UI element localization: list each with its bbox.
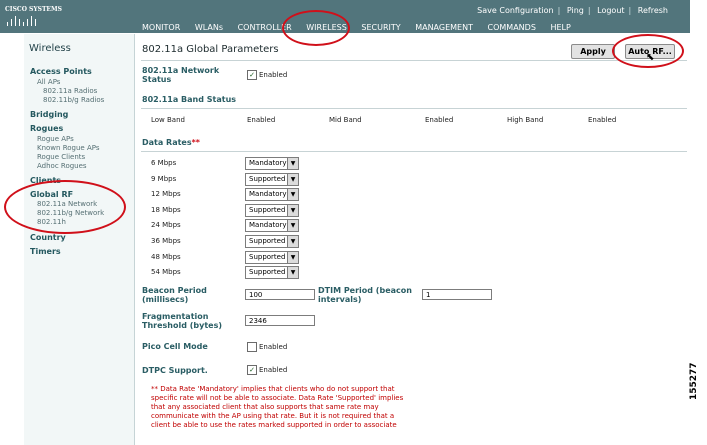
apply-button[interactable]: Apply (571, 44, 615, 59)
data-rate-label: 48 Mbps (151, 252, 181, 261)
beacon-period-label: Beacon Period (millisecs) (142, 286, 207, 304)
data-rate-select-value: Supported (249, 174, 286, 183)
chevron-down-icon[interactable]: ▼ (287, 251, 298, 263)
nav-wlans[interactable]: WLANs (195, 23, 223, 32)
chevron-down-icon[interactable]: ▼ (287, 173, 298, 185)
data-rate-select-value: Mandatory (249, 159, 287, 167)
fragmentation-threshold-input[interactable]: 2346 (245, 315, 315, 326)
utility-links: Save Configuration | Ping | Logout | Refres… (477, 6, 668, 15)
high-band-value: Enabled (588, 116, 617, 124)
sidebar-item-80211a-radios[interactable]: 802.11a Radios (43, 87, 97, 95)
dtim-period-input[interactable]: 1 (422, 289, 492, 300)
network-status-enabled-label: Enabled (259, 71, 288, 79)
main-nav: MONITOR WLANs CONTROLLER WIRELESS SECURI… (142, 23, 583, 32)
data-rates-label: Data Rates** (142, 138, 200, 147)
chevron-down-icon[interactable]: ▼ (287, 236, 298, 247)
sidebar-item-country[interactable]: Country (30, 233, 66, 242)
data-rate-select-value: Mandatory (249, 190, 287, 199)
data-rate-label: 18 Mbps (151, 205, 181, 214)
mid-band-label: Mid Band (329, 116, 362, 124)
data-rate-select-value: Supported (249, 268, 286, 277)
divider (141, 108, 687, 109)
cisco-logo: CISCO SYSTEMS (5, 6, 62, 28)
data-rate-select[interactable]: Mandatory ▼ (245, 188, 299, 202)
data-rate-select[interactable]: Supported ▼ (245, 266, 299, 280)
nav-management[interactable]: MANAGEMENT (415, 23, 473, 32)
low-band-label: Low Band (151, 116, 185, 124)
network-status-label: 802.11a Network Status (142, 66, 220, 84)
chevron-down-icon[interactable]: ▼ (287, 158, 298, 169)
sidebar-item-rogues[interactable]: Rogues (30, 124, 63, 133)
divider (141, 151, 687, 152)
sidebar-item-timers[interactable]: Timers (30, 247, 61, 256)
page-title: 802.11a Global Parameters (142, 44, 279, 55)
data-rate-select-value: Mandatory (249, 221, 287, 230)
nav-security[interactable]: SECURITY (361, 23, 400, 32)
dtpc-checkbox[interactable]: ✓ (247, 365, 257, 375)
band-status-label: 802.11a Band Status (142, 95, 237, 104)
data-rate-footnote: ** Data Rate 'Mandatory' implies that cl… (151, 385, 404, 429)
beacon-period-input[interactable]: 100 (245, 289, 315, 300)
chevron-down-icon[interactable]: ▼ (287, 204, 298, 216)
pico-cell-checkbox[interactable] (247, 342, 257, 352)
data-rate-select[interactable]: Supported ▼ (245, 172, 299, 186)
pico-cell-mode-label: Pico Cell Mode (142, 342, 208, 351)
dtpc-enabled-label: Enabled (259, 366, 288, 374)
data-rate-label: 6 Mbps (151, 159, 177, 167)
data-rate-select[interactable]: Mandatory ▼ (245, 219, 299, 233)
sidebar-item-bridging[interactable]: Bridging (30, 110, 68, 119)
wireless-highlight-ring (282, 10, 350, 46)
global-rf-highlight-ring (4, 180, 126, 234)
data-rate-select[interactable]: Mandatory ▼ (245, 157, 299, 170)
ping-link[interactable]: Ping (567, 6, 584, 15)
data-rate-select-value: Supported (249, 205, 286, 214)
sidebar-item-all-aps[interactable]: All APs (37, 78, 60, 86)
mid-band-value: Enabled (425, 116, 454, 124)
sidebar-item-adhoc-rogues[interactable]: Adhoc Rogues (37, 162, 87, 170)
data-rate-select-value: Supported (249, 252, 286, 261)
data-rate-label: 36 Mbps (151, 237, 181, 245)
mouse-cursor-icon: ⬉ (646, 52, 655, 63)
high-band-label: High Band (507, 116, 544, 124)
save-configuration-link[interactable]: Save Configuration (477, 6, 553, 15)
sidebar: Wireless Access Points All APs 802.11a R… (24, 34, 135, 445)
refresh-link[interactable]: Refresh (638, 6, 668, 15)
data-rate-label: 24 Mbps (151, 221, 181, 230)
data-rate-select[interactable]: Supported ▼ (245, 235, 299, 248)
pico-cell-enabled-label: Enabled (259, 343, 288, 351)
data-rate-label: 54 Mbps (151, 268, 181, 277)
sidebar-item-rogue-clients[interactable]: Rogue Clients (37, 153, 85, 161)
low-band-value: Enabled (247, 116, 276, 124)
dtpc-support-label: DTPC Support. (142, 366, 208, 375)
fragmentation-threshold-label: Fragmentation Threshold (bytes) (142, 312, 222, 330)
data-rate-label: 12 Mbps (151, 190, 181, 199)
sidebar-item-access-points[interactable]: Access Points (30, 67, 92, 76)
data-rate-select-value: Supported (249, 237, 286, 245)
sidebar-item-known-rogue-aps[interactable]: Known Rogue APs (37, 144, 99, 152)
data-rate-label: 9 Mbps (151, 174, 177, 183)
network-status-checkbox[interactable]: ✓ (247, 70, 257, 80)
chevron-down-icon[interactable]: ▼ (287, 267, 298, 279)
chevron-down-icon[interactable]: ▼ (287, 220, 298, 232)
chevron-down-icon[interactable]: ▼ (287, 189, 298, 201)
figure-number: 155277 (689, 362, 699, 400)
dtim-period-label: DTIM Period (beacon intervals) (318, 286, 412, 304)
nav-monitor[interactable]: MONITOR (142, 23, 180, 32)
logout-link[interactable]: Logout (597, 6, 624, 15)
data-rate-select[interactable]: Supported ▼ (245, 203, 299, 217)
nav-help[interactable]: HELP (550, 23, 570, 32)
divider (141, 60, 687, 61)
sidebar-title: Wireless (29, 43, 71, 54)
sidebar-item-rogue-aps[interactable]: Rogue APs (37, 135, 74, 143)
sidebar-item-80211bg-radios[interactable]: 802.11b/g Radios (43, 96, 104, 104)
nav-commands[interactable]: COMMANDS (488, 23, 536, 32)
data-rate-select[interactable]: Supported ▼ (245, 250, 299, 264)
